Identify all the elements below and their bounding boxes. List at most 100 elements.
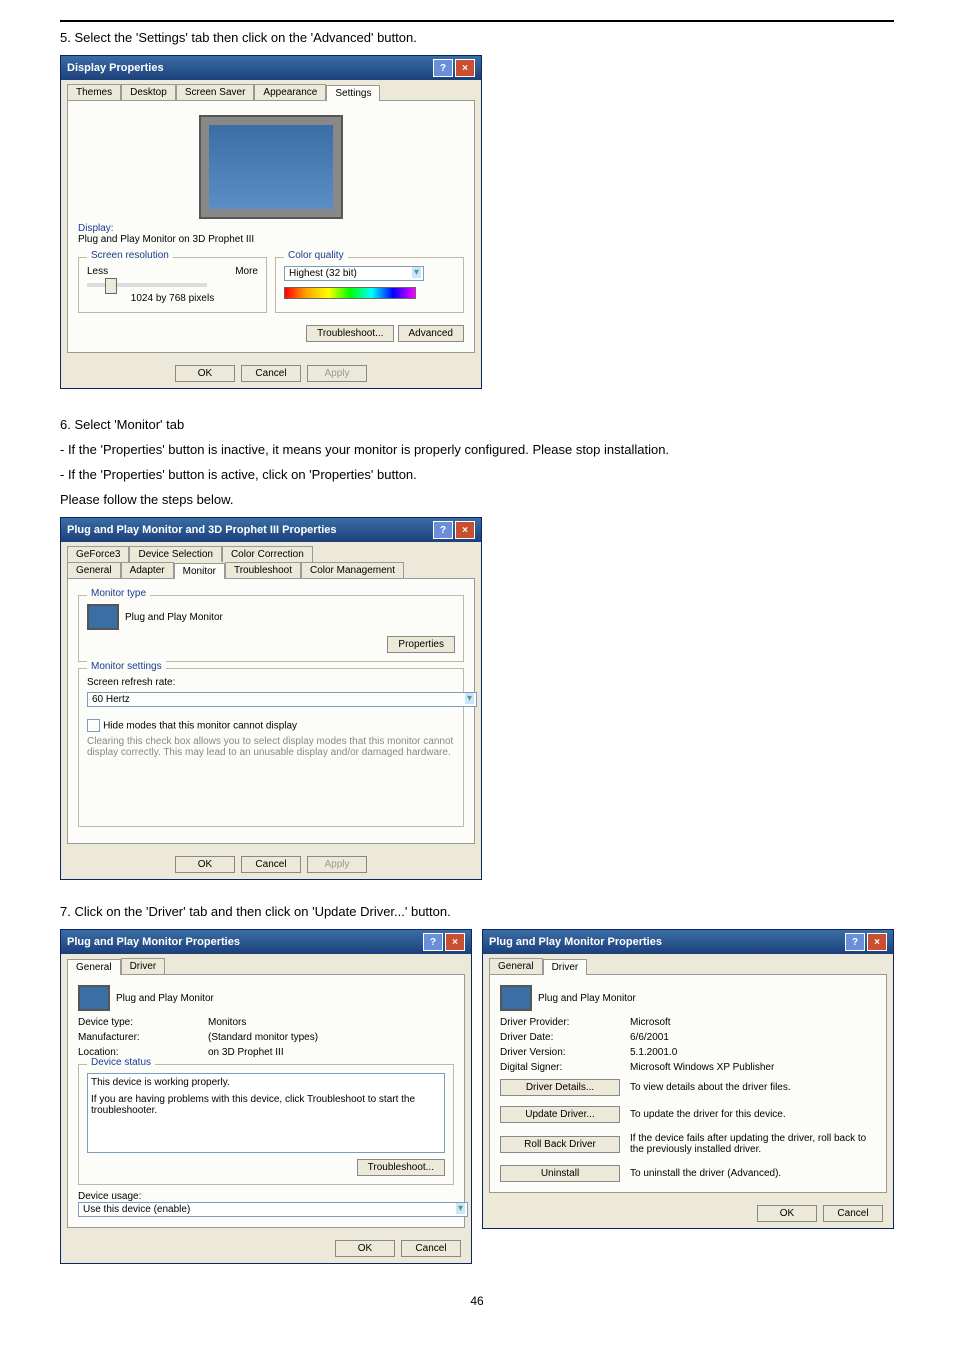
tab-desktop[interactable]: Desktop	[121, 84, 176, 100]
note2: - If the 'Properties' button is active, …	[60, 467, 894, 482]
pnp-properties-general-dialog: Plug and Play Monitor Properties ? × Gen…	[60, 929, 472, 1264]
ok-button[interactable]: OK	[175, 856, 235, 873]
tab-appearance[interactable]: Appearance	[254, 84, 326, 100]
tab-color-management[interactable]: Color Management	[301, 562, 404, 578]
tab-themes[interactable]: Themes	[67, 84, 121, 100]
driver-version-value: 5.1.2001.0	[630, 1047, 876, 1058]
driver-date-label: Driver Date:	[500, 1032, 620, 1043]
monitor-icon	[87, 604, 119, 630]
apply-button: Apply	[307, 856, 367, 873]
monitor-icon	[500, 985, 532, 1011]
troubleshoot-button[interactable]: Troubleshoot...	[306, 325, 394, 342]
update-driver-button[interactable]: Update Driver...	[500, 1106, 620, 1123]
tabs: Themes Desktop Screen Saver Appearance S…	[61, 80, 481, 100]
location-value: on 3D Prophet III	[208, 1047, 454, 1058]
close-icon[interactable]: ×	[867, 933, 887, 951]
ok-button[interactable]: OK	[175, 365, 235, 382]
cancel-button[interactable]: Cancel	[401, 1240, 461, 1257]
device-status-text: This device is working properly. If you …	[87, 1073, 445, 1153]
driver-details-button[interactable]: Driver Details...	[500, 1079, 620, 1096]
monitor-properties-dialog: Plug and Play Monitor and 3D Prophet III…	[60, 517, 482, 880]
help-icon[interactable]: ?	[845, 933, 865, 951]
hide-modes-label: Hide modes that this monitor cannot disp…	[103, 720, 297, 731]
display-label: Display:	[78, 223, 464, 234]
cancel-button[interactable]: Cancel	[241, 856, 301, 873]
tab-troubleshoot[interactable]: Troubleshoot	[225, 562, 301, 578]
tab-general[interactable]: General	[67, 959, 121, 975]
digital-signer-label: Digital Signer:	[500, 1062, 620, 1073]
tab-screensaver[interactable]: Screen Saver	[176, 84, 255, 100]
apply-button: Apply	[307, 365, 367, 382]
close-icon[interactable]: ×	[455, 521, 475, 539]
driver-version-label: Driver Version:	[500, 1047, 620, 1058]
resolution-value: 1024 by 768 pixels	[87, 293, 258, 304]
tab-color-correction[interactable]: Color Correction	[222, 546, 313, 562]
device-type-label: Device type:	[78, 1017, 198, 1028]
properties-button[interactable]: Properties	[387, 636, 455, 653]
ok-button[interactable]: OK	[335, 1240, 395, 1257]
monitor-type-label: Monitor type	[87, 588, 150, 599]
troubleshoot-button[interactable]: Troubleshoot...	[357, 1159, 445, 1176]
device-type-value: Monitors	[208, 1017, 454, 1028]
color-quality-label: Color quality	[284, 250, 348, 261]
titlebar: Display Properties ? ×	[61, 56, 481, 80]
tab-monitor[interactable]: Monitor	[174, 563, 225, 579]
hide-modes-desc: Clearing this check box allows you to se…	[87, 736, 455, 758]
page-number: 46	[60, 1294, 894, 1308]
tab-geforce3[interactable]: GeForce3	[67, 546, 129, 562]
device-usage-select[interactable]: Use this device (enable)	[78, 1202, 468, 1217]
tab-device-selection[interactable]: Device Selection	[129, 546, 221, 562]
monitor-preview-icon	[199, 115, 343, 219]
tab-general[interactable]: General	[67, 562, 121, 578]
rollback-driver-desc: If the device fails after updating the d…	[630, 1133, 876, 1155]
help-icon[interactable]: ?	[433, 59, 453, 77]
refresh-rate-select[interactable]: 60 Hertz	[87, 692, 477, 707]
step5-text: 5. Select the 'Settings' tab then click …	[60, 30, 894, 45]
refresh-rate-label: Screen refresh rate:	[87, 677, 455, 688]
monitor-icon	[78, 985, 110, 1011]
display-properties-dialog: Display Properties ? × Themes Desktop Sc…	[60, 55, 482, 389]
dialog-title: Display Properties	[67, 62, 164, 74]
tab-driver[interactable]: Driver	[121, 958, 166, 974]
resolution-slider[interactable]	[87, 283, 207, 287]
tab-driver[interactable]: Driver	[543, 959, 588, 975]
uninstall-button[interactable]: Uninstall	[500, 1165, 620, 1182]
device-name: Plug and Play Monitor	[116, 993, 214, 1004]
dialog-title: Plug and Play Monitor Properties	[489, 936, 662, 948]
help-icon[interactable]: ?	[423, 933, 443, 951]
manufacturer-value: (Standard monitor types)	[208, 1032, 454, 1043]
digital-signer-value: Microsoft Windows XP Publisher	[630, 1062, 876, 1073]
device-usage-label: Device usage:	[78, 1191, 454, 1202]
tab-settings[interactable]: Settings	[326, 85, 380, 101]
dialog-title: Plug and Play Monitor and 3D Prophet III…	[67, 524, 337, 536]
step6-text: 6. Select 'Monitor' tab	[60, 417, 894, 432]
rollback-driver-button[interactable]: Roll Back Driver	[500, 1136, 620, 1153]
close-icon[interactable]: ×	[445, 933, 465, 951]
dialog-title: Plug and Play Monitor Properties	[67, 936, 240, 948]
manufacturer-label: Manufacturer:	[78, 1032, 198, 1043]
uninstall-desc: To uninstall the driver (Advanced).	[630, 1168, 876, 1179]
driver-provider-value: Microsoft	[630, 1017, 876, 1028]
close-icon[interactable]: ×	[455, 59, 475, 77]
step7-text: 7. Click on the 'Driver' tab and then cl…	[60, 904, 894, 919]
update-driver-desc: To update the driver for this device.	[630, 1109, 876, 1120]
driver-provider-label: Driver Provider:	[500, 1017, 620, 1028]
tab-adapter[interactable]: Adapter	[121, 562, 174, 578]
device-name: Plug and Play Monitor	[538, 993, 636, 1004]
screen-resolution-label: Screen resolution	[87, 250, 173, 261]
color-bar-icon	[284, 287, 416, 299]
pnp-properties-driver-dialog: Plug and Play Monitor Properties ? × Gen…	[482, 929, 894, 1229]
device-status-label: Device status	[87, 1057, 155, 1068]
monitor-settings-label: Monitor settings	[87, 661, 166, 672]
cancel-button[interactable]: Cancel	[241, 365, 301, 382]
note3: Please follow the steps below.	[60, 492, 894, 507]
hide-modes-checkbox[interactable]	[87, 719, 100, 732]
advanced-button[interactable]: Advanced	[398, 325, 464, 342]
ok-button[interactable]: OK	[757, 1205, 817, 1222]
cancel-button[interactable]: Cancel	[823, 1205, 883, 1222]
tab-general[interactable]: General	[489, 958, 543, 974]
driver-date-value: 6/6/2001	[630, 1032, 876, 1043]
help-icon[interactable]: ?	[433, 521, 453, 539]
driver-details-desc: To view details about the driver files.	[630, 1082, 876, 1093]
color-quality-select[interactable]: Highest (32 bit)	[284, 266, 424, 281]
